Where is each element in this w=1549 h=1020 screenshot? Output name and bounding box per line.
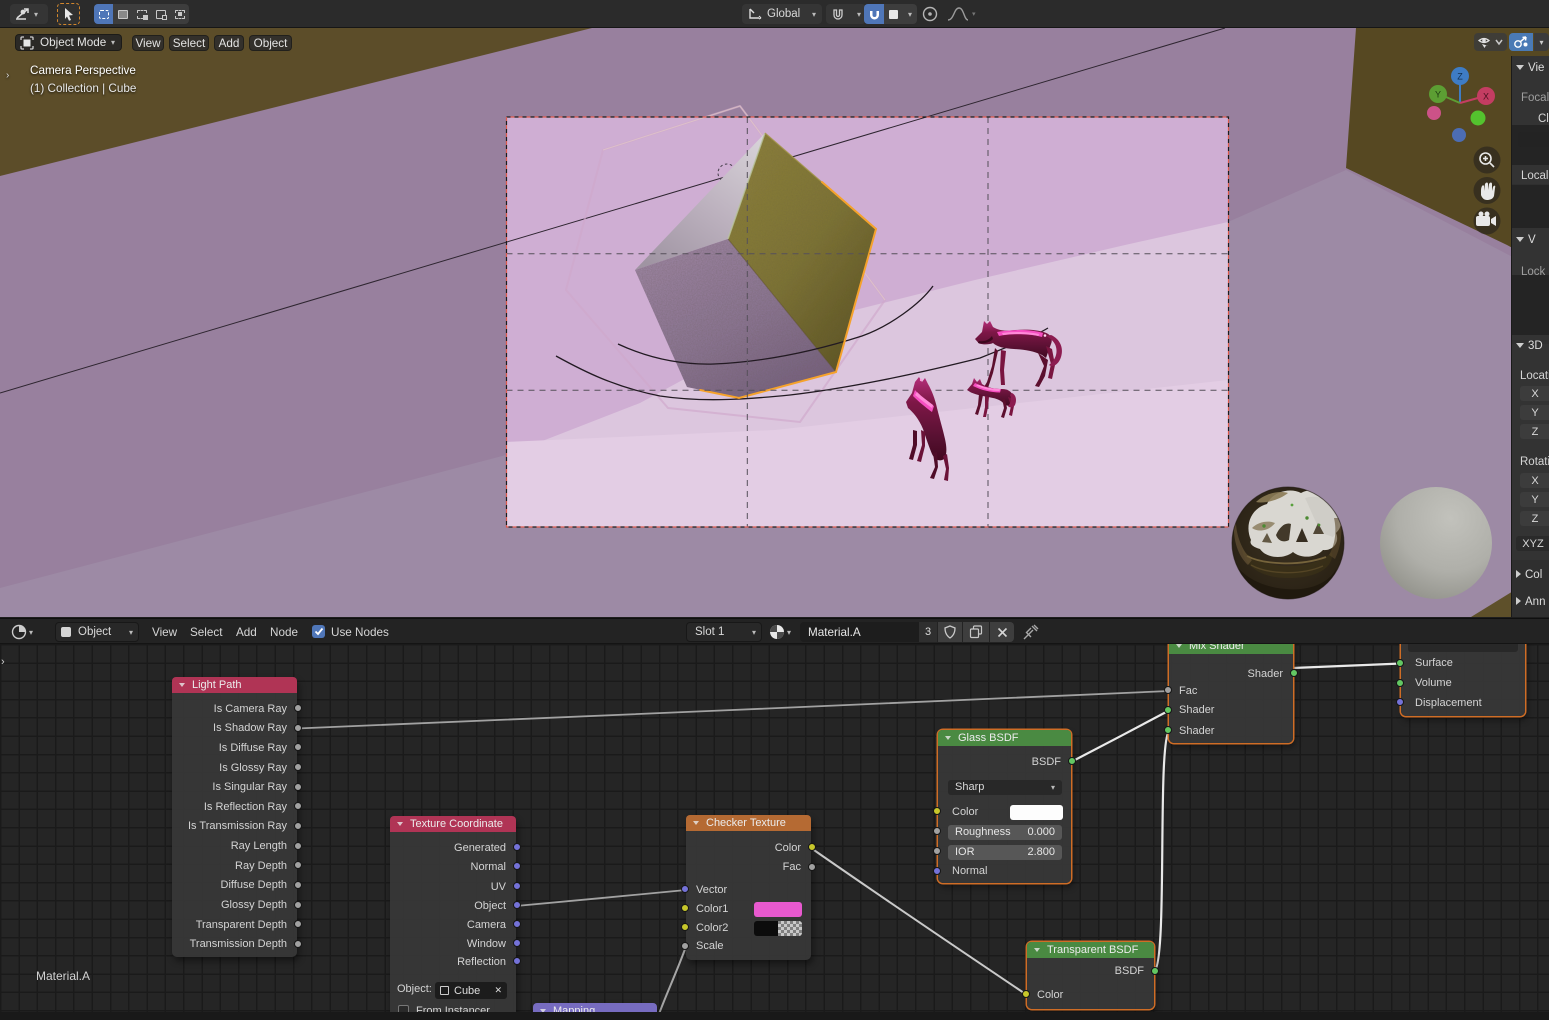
- svg-text:Z: Z: [1457, 72, 1463, 82]
- svg-text:X: X: [1483, 92, 1489, 102]
- svg-text:Y: Y: [1435, 90, 1441, 100]
